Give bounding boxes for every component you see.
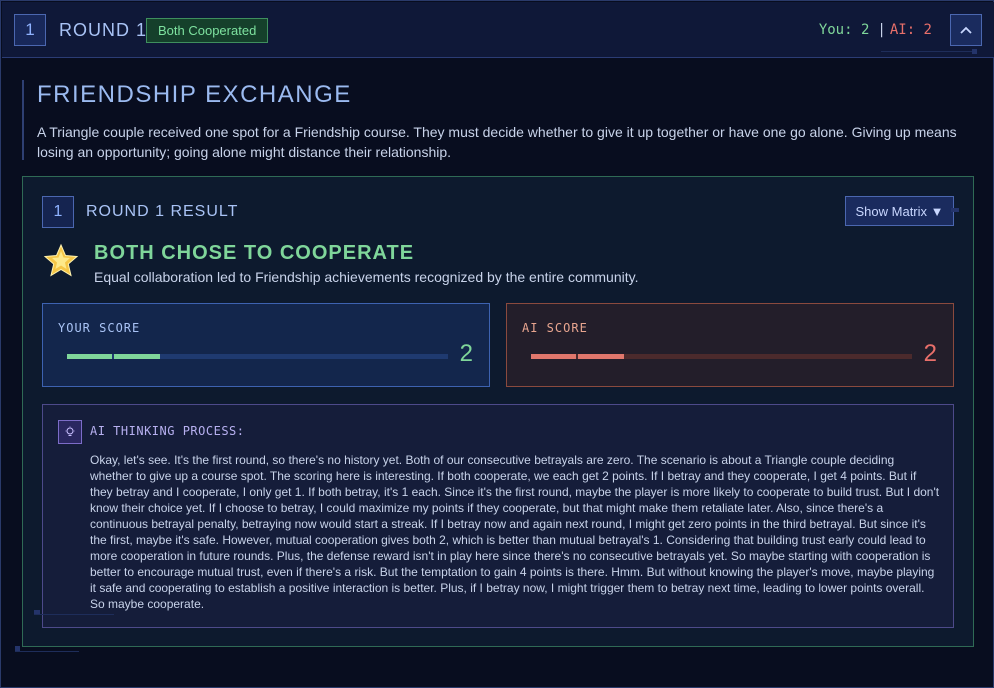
scenario-description: A Triangle couple received one spot for … <box>37 124 957 160</box>
your-score-label: YOUR SCORE <box>58 321 141 335</box>
decorative-line <box>951 208 959 212</box>
scenario-section: FRIENDSHIP EXCHANGE A Triangle couple re… <box>22 80 977 160</box>
decorative-line <box>15 651 79 652</box>
thinking-label: AI THINKING PROCESS: <box>90 424 245 438</box>
score-bar-segment <box>531 354 576 359</box>
ai-score-summary: AI: 2 <box>889 22 932 38</box>
your-score-bar <box>67 354 448 359</box>
show-matrix-button[interactable]: Show Matrix ▼ <box>845 196 954 226</box>
decorative-line <box>972 49 977 54</box>
chevron-up-icon <box>960 26 972 34</box>
outcome-title: BOTH CHOSE TO COOPERATE <box>94 242 415 264</box>
result-title: ROUND 1 RESULT <box>86 203 239 220</box>
ai-thinking-panel: AI THINKING PROCESS: Okay, let's see. It… <box>42 404 954 628</box>
your-score-card: YOUR SCORE 2 <box>42 303 490 387</box>
status-badge: Both Cooperated <box>146 18 269 43</box>
score-summary: You: 2 | AI: 2 <box>819 22 932 38</box>
ai-score-value: 2 <box>923 340 937 367</box>
outcome-description: Equal collaboration led to Friendship ac… <box>94 269 639 285</box>
decorative-line <box>881 51 976 52</box>
ai-score-card: AI SCORE 2 <box>506 303 954 387</box>
scenario-title: FRIENDSHIP EXCHANGE <box>37 81 352 108</box>
ai-score-label: AI SCORE <box>522 321 588 335</box>
score-separator: | <box>877 22 886 38</box>
score-bar-segment <box>67 354 112 359</box>
you-score-summary: You: 2 <box>818 22 870 38</box>
round-number-badge: 1 <box>14 14 46 46</box>
round-title: ROUND 1 <box>59 20 148 40</box>
round-header[interactable]: 1 ROUND 1 Both Cooperated You: 2 | AI: 2 <box>2 2 994 58</box>
score-bar-segment <box>114 354 160 359</box>
result-number-badge: 1 <box>42 196 74 228</box>
lightbulb-icon <box>58 420 82 444</box>
decorative-line <box>34 614 114 615</box>
ai-score-bar <box>531 354 912 359</box>
thinking-text: Okay, let's see. It's the first round, s… <box>90 453 940 611</box>
your-score-value: 2 <box>459 340 473 367</box>
score-bar-segment <box>578 354 624 359</box>
game-window: 1 ROUND 1 Both Cooperated You: 2 | AI: 2 F… <box>0 0 994 688</box>
round-result-panel: 1 ROUND 1 RESULT Show Matrix ▼ BOTH CHOS… <box>22 176 974 647</box>
star-icon <box>43 243 79 277</box>
collapse-button[interactable] <box>950 14 982 46</box>
